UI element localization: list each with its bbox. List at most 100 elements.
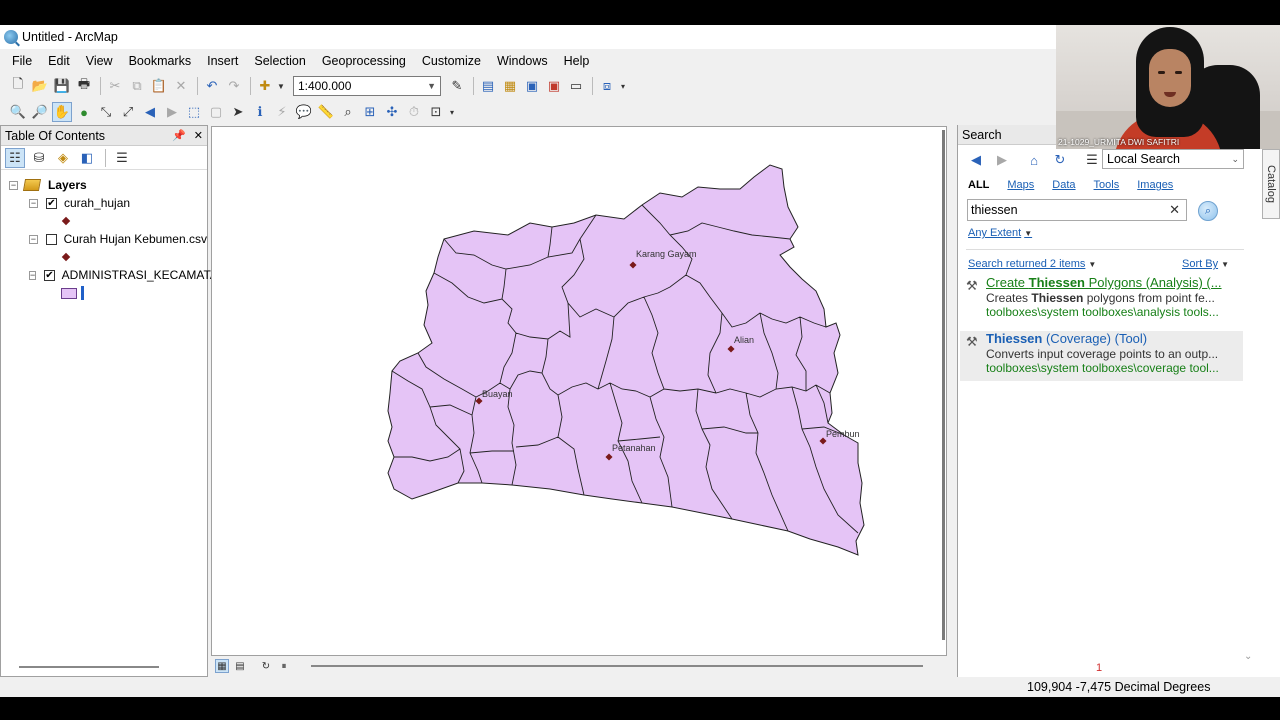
search-input[interactable]: thiessen ✕	[967, 199, 1187, 221]
search-button[interactable]: ⌕	[1198, 201, 1218, 221]
home-icon[interactable]: ⌂	[1024, 150, 1044, 170]
menu-windows[interactable]: Windows	[489, 54, 556, 68]
menu-insert[interactable]: Insert	[199, 54, 246, 68]
measure-icon[interactable]: 📏	[316, 102, 336, 122]
search-result-item[interactable]: ⚒ Create Thiessen Polygons (Analysis) (.…	[960, 275, 1243, 325]
layer-visibility-checkbox[interactable]	[45, 233, 57, 245]
collapse-icon[interactable]: −	[29, 234, 38, 244]
layout-view-icon[interactable]: ▤	[233, 659, 247, 673]
toc-layer-row[interactable]: − Curah Hujan Kebumen.csv	[1, 230, 207, 248]
forward-arrow-icon[interactable]: ▶	[992, 150, 1012, 170]
back-arrow-icon[interactable]: ◀	[140, 102, 160, 122]
extent-filter-link[interactable]: Any Extent ▼	[968, 227, 1032, 239]
open-folder-icon[interactable]: 📂	[30, 76, 50, 96]
zoom-in-icon[interactable]: 🔍	[8, 102, 28, 122]
full-extent-globe-icon[interactable]: ●	[74, 102, 94, 122]
identify-icon[interactable]: ℹ	[250, 102, 270, 122]
time-slider-icon[interactable]: ⏱	[404, 102, 424, 122]
result-count-link[interactable]: Search returned 2 items ▼	[968, 258, 1096, 270]
select-elements-arrow-icon[interactable]: ➤	[228, 102, 248, 122]
toc-root-layers[interactable]: − Layers	[1, 176, 207, 194]
map-vertical-scrollbar[interactable]	[940, 126, 947, 640]
collapse-icon[interactable]: −	[29, 270, 37, 280]
data-view-icon[interactable]: ▦	[215, 659, 229, 673]
result-title-link[interactable]: Thiessen (Coverage) (Tool)	[986, 331, 1243, 347]
list-by-drawing-order-icon[interactable]: ☷	[5, 147, 25, 168]
scrollbar-thumb[interactable]	[942, 130, 945, 640]
refresh-icon[interactable]: ↻	[259, 659, 273, 673]
filter-tab-maps[interactable]: Maps	[1007, 179, 1034, 191]
add-data-icon[interactable]: ✚	[255, 76, 275, 96]
filter-tab-all[interactable]: ALL	[968, 179, 989, 191]
pause-drawing-icon[interactable]: ⏸	[277, 659, 291, 673]
map-scale-select[interactable]: 1:400.000 ▼	[293, 76, 441, 96]
toc-options-icon[interactable]: ☰	[112, 148, 132, 168]
fixed-zoom-out-icon[interactable]: ⤢	[118, 102, 138, 122]
scroll-down-icon[interactable]: ⌄	[1244, 651, 1252, 662]
filter-tab-tools[interactable]: Tools	[1094, 179, 1120, 191]
zoom-out-icon[interactable]: 🔎	[30, 102, 50, 122]
select-features-icon[interactable]: ⬚	[184, 102, 204, 122]
search-result-item[interactable]: ⚒ Thiessen (Coverage) (Tool) Converts in…	[960, 331, 1243, 381]
filter-tab-images[interactable]: Images	[1137, 179, 1173, 191]
collapse-icon[interactable]: −	[9, 180, 18, 190]
forward-arrow-icon[interactable]: ▶	[162, 102, 182, 122]
search-options-icon[interactable]: ☰	[1082, 150, 1102, 170]
modelbuilder-icon[interactable]: ⧈	[597, 76, 617, 96]
toc-window-icon[interactable]: ▤	[478, 76, 498, 96]
toolbar-options-icon[interactable]: ▾	[619, 76, 627, 96]
go-to-xy-icon[interactable]: ✣	[382, 102, 402, 122]
fixed-zoom-in-icon[interactable]: ⤡	[96, 102, 116, 122]
close-icon[interactable]: ✕	[194, 129, 203, 142]
point-symbol-icon[interactable]	[61, 252, 71, 262]
point-symbol-icon[interactable]	[61, 216, 71, 226]
menu-help[interactable]: Help	[556, 54, 598, 68]
save-icon[interactable]: 💾	[52, 76, 72, 96]
find-binoculars-icon[interactable]: ⌕	[338, 102, 358, 122]
sort-by-link[interactable]: Sort By ▼	[1182, 258, 1229, 270]
cut-icon[interactable]: ✂	[105, 76, 125, 96]
undo-icon[interactable]: ↶	[202, 76, 222, 96]
python-window-icon[interactable]: ▭	[566, 76, 586, 96]
hyperlink-icon[interactable]: ⚡	[272, 102, 292, 122]
menu-file[interactable]: File	[4, 54, 40, 68]
layer-visibility-checkbox[interactable]: ✔	[44, 269, 55, 281]
toolbar-options-icon[interactable]: ▾	[448, 102, 456, 122]
list-by-selection-icon[interactable]: ◧	[77, 148, 97, 168]
new-document-icon[interactable]: 🗋	[8, 76, 28, 96]
collapse-icon[interactable]: −	[29, 198, 38, 208]
toc-layer-row[interactable]: − ✔ ADMINISTRASI_KECAMATA	[1, 266, 218, 284]
add-data-dropdown-icon[interactable]: ▼	[277, 76, 285, 96]
layer-visibility-checkbox[interactable]: ✔	[46, 197, 57, 209]
toc-horizontal-scrollbar[interactable]	[19, 666, 159, 668]
pan-hand-icon[interactable]: ✋	[52, 102, 72, 122]
delete-icon[interactable]: ✕	[171, 76, 191, 96]
create-viewer-window-icon[interactable]: ⊡	[426, 102, 446, 122]
paste-icon[interactable]: 📋	[149, 76, 169, 96]
search-window-icon[interactable]: ▣	[522, 76, 542, 96]
list-by-visibility-icon[interactable]: ◈	[53, 148, 73, 168]
clear-search-icon[interactable]: ✕	[1169, 202, 1180, 218]
print-icon[interactable]: 🖶	[74, 76, 94, 96]
editor-toolbar-icon[interactable]: ✎	[447, 76, 467, 96]
result-title-link[interactable]: Create Thiessen Polygons (Analysis) (...	[986, 275, 1243, 291]
catalog-side-tab[interactable]: Catalog	[1262, 149, 1280, 219]
district-boundary-outline[interactable]	[387, 164, 865, 556]
list-by-source-icon[interactable]: ⛁	[29, 148, 49, 168]
map-horizontal-scrollbar[interactable]	[311, 665, 923, 667]
back-arrow-icon[interactable]: ◀	[966, 150, 986, 170]
catalog-window-icon[interactable]: ▦	[500, 76, 520, 96]
refresh-icon[interactable]: ↻	[1050, 150, 1070, 170]
pin-icon[interactable]: 📌	[172, 129, 186, 142]
map-display[interactable]: Karang Gayam Alian Buayan Petanahan Pemb…	[211, 126, 947, 656]
menu-geoprocessing[interactable]: Geoprocessing	[314, 54, 414, 68]
arctoolbox-icon[interactable]: ▣	[544, 76, 564, 96]
menu-bookmarks[interactable]: Bookmarks	[121, 54, 200, 68]
clear-selection-icon[interactable]: ▢	[206, 102, 226, 122]
html-popup-icon[interactable]: 💬	[294, 102, 314, 122]
menu-selection[interactable]: Selection	[246, 54, 313, 68]
menu-view[interactable]: View	[78, 54, 121, 68]
polygon-symbol-icon[interactable]	[61, 287, 77, 299]
search-scope-select[interactable]: Local Search ⌄	[1102, 149, 1244, 169]
toc-layer-row[interactable]: − ✔ curah_hujan	[1, 194, 207, 212]
